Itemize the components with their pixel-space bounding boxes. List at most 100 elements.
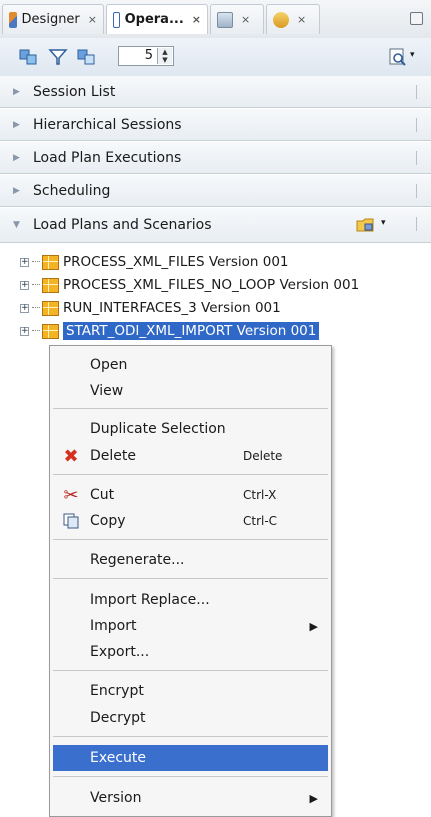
tab-operator[interactable]: Opera... ×: [106, 4, 208, 34]
section-label: Session List: [33, 83, 116, 100]
expand-arrow-icon: ▶: [13, 119, 20, 130]
expand-arrow-icon: ▶: [13, 185, 20, 196]
menu-separator: [53, 670, 328, 671]
section-label: Scheduling: [33, 182, 111, 199]
close-icon[interactable]: ×: [88, 13, 97, 26]
chevron-down-icon[interactable]: ▾: [410, 50, 415, 60]
new-folder-icon[interactable]: [356, 216, 376, 234]
context-menu: Open View Duplicate Selection ✖ Delete D…: [49, 345, 332, 817]
tree-connector: [32, 330, 40, 332]
tree-item-label: PROCESS_XML_FILES Version 001: [63, 254, 289, 270]
menu-item-copy[interactable]: Copy Ctrl-C: [53, 508, 328, 534]
close-icon[interactable]: ×: [297, 13, 306, 26]
tree-item-selected[interactable]: + START_ODI_XML_IMPORT Version 001: [20, 320, 320, 342]
menu-item-view[interactable]: View: [53, 378, 328, 404]
menu-item-version[interactable]: Version ▶: [53, 785, 328, 811]
menu-item-import-replace[interactable]: Import Replace...: [53, 587, 328, 613]
expand-arrow-icon: ▶: [13, 86, 20, 97]
scenario-icon: [42, 254, 59, 270]
collapse-arrow-icon: ▼: [13, 220, 20, 230]
menu-item-open[interactable]: Open: [53, 352, 328, 378]
menu-item-label: Delete: [90, 448, 136, 464]
tree-item-label: START_ODI_XML_IMPORT Version 001: [63, 322, 320, 340]
tree-item-label: PROCESS_XML_FILES_NO_LOOP Version 001: [63, 277, 360, 293]
topology-icon: [217, 11, 233, 28]
menu-item-regenerate[interactable]: Regenerate...: [53, 547, 328, 573]
search-icon[interactable]: [388, 47, 408, 67]
menu-item-encrypt[interactable]: Encrypt: [53, 678, 328, 704]
expand-icon[interactable]: +: [20, 326, 29, 336]
tab-label: Opera...: [124, 12, 184, 27]
menu-item-label: Version: [90, 790, 142, 806]
menu-separator: [53, 408, 328, 409]
divider: [416, 118, 417, 132]
security-icon: [273, 11, 289, 28]
expand-icon[interactable]: +: [20, 303, 29, 313]
tab-topology[interactable]: ×: [210, 4, 264, 34]
menu-item-label: Import: [90, 618, 137, 634]
section-session-list[interactable]: ▶ Session List: [0, 76, 431, 108]
close-icon[interactable]: ×: [192, 13, 201, 26]
refresh-icon[interactable]: [18, 47, 38, 67]
menu-item-label: Import Replace...: [90, 592, 210, 608]
delete-icon: ✖: [63, 445, 79, 467]
expand-icon[interactable]: +: [20, 280, 29, 290]
scenario-icon: [42, 323, 59, 339]
minimize-icon[interactable]: [410, 12, 423, 25]
operator-toolbar: 5 ▲ ▼ ▾: [0, 38, 431, 77]
menu-item-label: Copy: [90, 513, 126, 529]
section-hierarchical-sessions[interactable]: ▶ Hierarchical Sessions: [0, 109, 431, 141]
menu-item-duplicate-selection[interactable]: Duplicate Selection: [53, 416, 328, 442]
filter-icon[interactable]: [48, 47, 68, 67]
section-load-plans-and-scenarios[interactable]: ▼ Load Plans and Scenarios ▾: [0, 208, 431, 243]
menu-item-delete[interactable]: ✖ Delete Delete: [53, 443, 328, 469]
tree-item[interactable]: + PROCESS_XML_FILES Version 001: [20, 251, 289, 273]
menu-separator: [53, 776, 328, 777]
tab-security[interactable]: ×: [266, 4, 320, 34]
close-icon[interactable]: ×: [241, 13, 250, 26]
menu-item-label: Execute: [90, 750, 146, 766]
menu-item-execute[interactable]: Execute: [53, 745, 328, 771]
tree-connector: [32, 284, 40, 286]
section-scheduling[interactable]: ▶ Scheduling: [0, 175, 431, 207]
tree-item[interactable]: + PROCESS_XML_FILES_NO_LOOP Version 001: [20, 274, 359, 296]
section-load-plan-executions[interactable]: ▶ Load Plan Executions: [0, 142, 431, 174]
copy-icon: [61, 511, 81, 531]
menu-accelerator: Delete: [243, 449, 283, 463]
expand-arrow-icon: ▶: [13, 152, 20, 163]
menu-item-export[interactable]: Export...: [53, 639, 328, 665]
scissors-icon: ✂: [63, 484, 79, 506]
menu-separator: [53, 474, 328, 475]
tab-designer[interactable]: Designer ×: [2, 4, 104, 34]
tree-connector: [32, 307, 40, 309]
scenario-icon: [42, 277, 59, 293]
stepper-arrows-icon[interactable]: ▲ ▼: [157, 48, 172, 64]
designer-icon: [9, 11, 17, 28]
tab-label: Designer: [21, 12, 80, 27]
section-label: Hierarchical Sessions: [33, 116, 182, 133]
menu-item-import[interactable]: Import ▶: [53, 613, 328, 639]
menu-item-label: Decrypt: [90, 710, 146, 726]
section-label: Load Plans and Scenarios: [33, 217, 212, 233]
menu-item-decrypt[interactable]: Decrypt: [53, 705, 328, 731]
menu-item-label: Open: [90, 357, 128, 373]
divider: [416, 217, 417, 231]
operator-icon: [113, 11, 120, 28]
menu-accelerator: Ctrl-C: [243, 514, 278, 528]
menu-item-label: Export...: [90, 644, 150, 660]
menu-separator: [53, 578, 328, 579]
divider: [416, 151, 417, 165]
session-count-stepper[interactable]: 5 ▲ ▼: [118, 46, 174, 66]
tree-item[interactable]: + RUN_INTERFACES_3 Version 001: [20, 297, 281, 319]
menu-item-label: View: [90, 383, 124, 399]
scenario-icon: [42, 300, 59, 316]
expand-icon[interactable]: +: [20, 257, 29, 267]
menu-item-cut[interactable]: ✂ Cut Ctrl-X: [53, 482, 328, 508]
stepper-value: 5: [144, 48, 153, 63]
tree-connector: [32, 261, 40, 263]
tab-bar: Designer × Opera... × × ×: [0, 0, 431, 39]
menu-item-label: Regenerate...: [90, 552, 185, 568]
divider: [416, 184, 417, 198]
refresh-filtered-icon[interactable]: [76, 47, 96, 67]
chevron-down-icon[interactable]: ▾: [381, 218, 386, 228]
